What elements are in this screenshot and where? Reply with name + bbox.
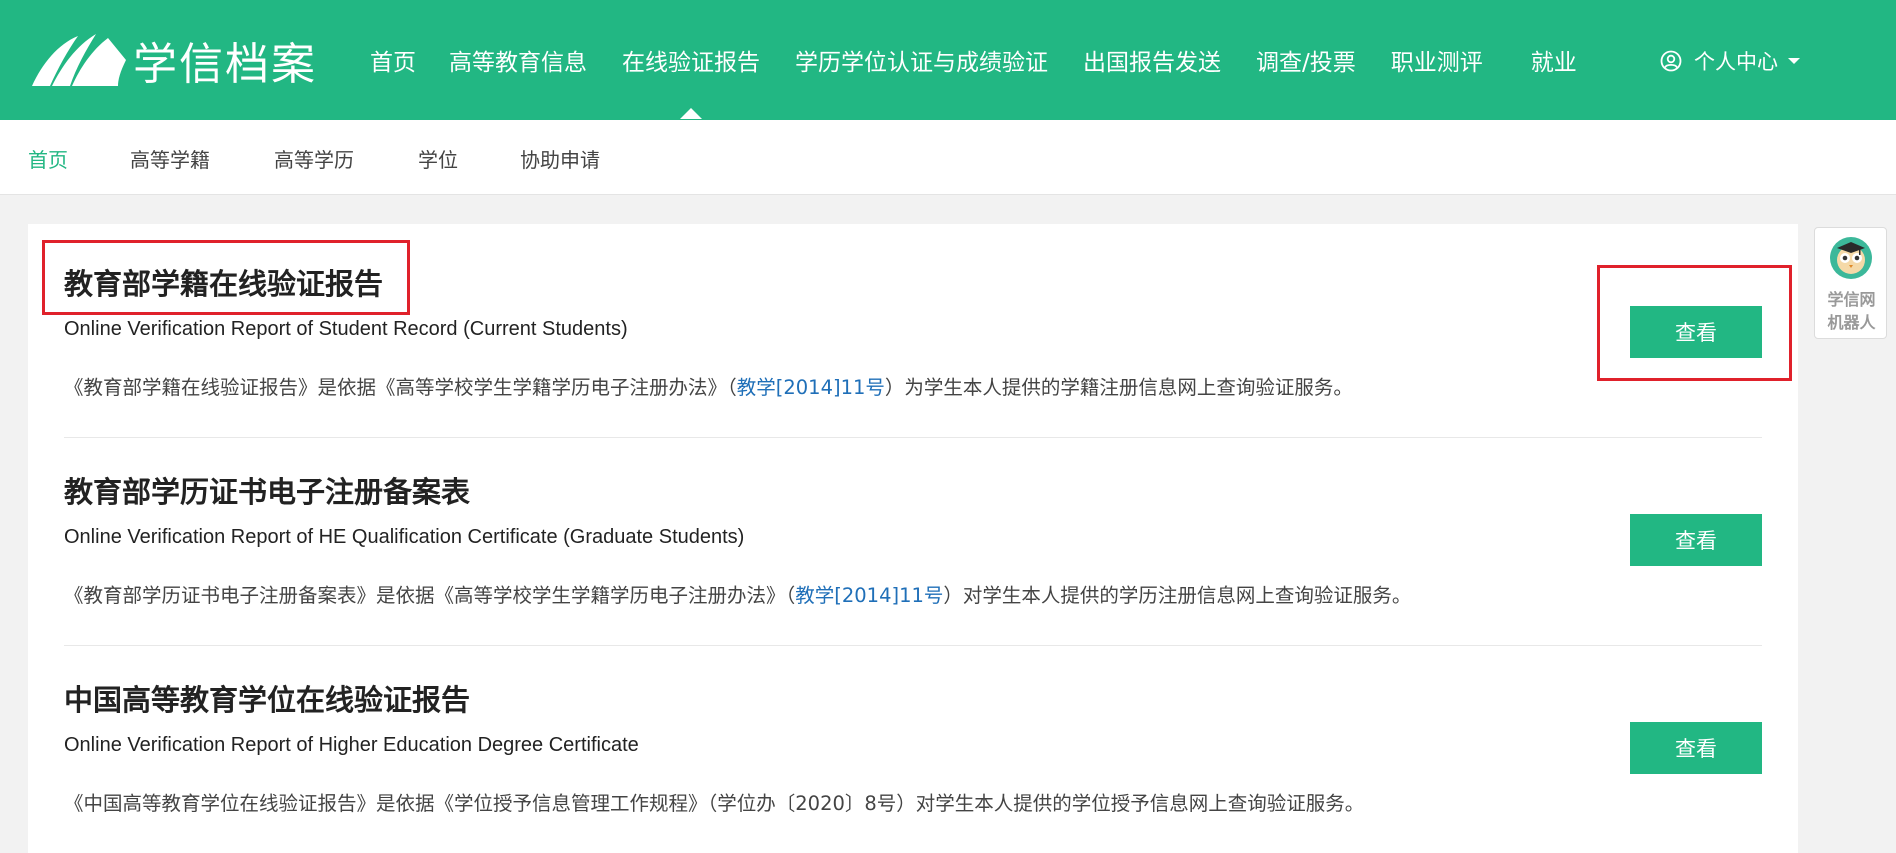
title-highlight-box	[42, 240, 410, 315]
regulation-link[interactable]: 教学[2014]11号	[737, 376, 885, 399]
main-nav: 首页 高等教育信息 在线验证报告 学历学位认证与成绩验证 出国报告发送 调查/投…	[370, 0, 1577, 120]
subnav-home[interactable]: 首页	[28, 144, 68, 173]
subnav-student-record[interactable]: 高等学籍	[130, 144, 210, 173]
nav-home[interactable]: 首页	[370, 43, 416, 77]
subnav-degree[interactable]: 学位	[418, 144, 458, 173]
nav-overseas-report[interactable]: 出国报告发送	[1083, 43, 1221, 77]
report-description-text: ）对学生本人提供的学历注册信息网上查询验证服务。	[943, 584, 1412, 607]
top-navbar: 学信档案 首页 高等教育信息 在线验证报告 学历学位认证与成绩验证 出国报告发送…	[0, 0, 1896, 120]
report-list-card: 教育部学籍在线验证报告 Online Verification Report o…	[28, 224, 1798, 853]
report-description: 《教育部学历证书电子注册备案表》是依据《高等学校学生学籍学历电子注册办法》（教学…	[64, 579, 1411, 608]
report-description-text: 《教育部学籍在线验证报告》是依据《高等学校学生学籍学历电子注册办法》（	[64, 376, 737, 399]
nav-degree-certification[interactable]: 学历学位认证与成绩验证	[795, 43, 1048, 77]
chsi-robot-widget[interactable]: 学信网 机器人	[1814, 227, 1887, 339]
report-item-qualification: 教育部学历证书电子注册备案表 Online Verification Repor…	[64, 432, 1762, 640]
view-degree-button[interactable]: 查看	[1630, 722, 1762, 774]
nav-employment[interactable]: 就业	[1531, 43, 1577, 77]
report-description-text: 《教育部学历证书电子注册备案表》是依据《高等学校学生学籍学历电子注册办法》（	[64, 584, 796, 607]
nav-higher-education-info[interactable]: 高等教育信息	[449, 43, 587, 77]
user-center-menu[interactable]: 个人中心	[1660, 46, 1800, 76]
chsi-logo-icon[interactable]	[28, 30, 128, 88]
user-circle-icon	[1660, 50, 1682, 72]
view-qualification-button[interactable]: 查看	[1630, 514, 1762, 566]
user-center-label: 个人中心	[1694, 50, 1778, 74]
regulation-link[interactable]: 教学[2014]11号	[795, 584, 943, 607]
robot-owl-icon	[1830, 237, 1872, 279]
nav-survey-vote[interactable]: 调查/投票	[1256, 43, 1356, 77]
report-subtitle: Online Verification Report of Student Re…	[64, 318, 628, 340]
report-subtitle: Online Verification Report of Higher Edu…	[64, 734, 639, 756]
sub-nav: 首页 高等学籍 高等学历 学位 协助申请	[0, 120, 1896, 195]
nav-online-verification-report[interactable]: 在线验证报告	[622, 43, 760, 119]
robot-label-line: 机器人	[1827, 313, 1876, 332]
button-highlight-box	[1597, 265, 1792, 381]
report-description: 《中国高等教育学位在线验证报告》是依据《学位授予信息管理工作规程》（学位办〔20…	[64, 787, 1364, 816]
report-description-text: ）为学生本人提供的学籍注册信息网上查询验证服务。	[884, 376, 1353, 399]
subnav-assist-apply[interactable]: 协助申请	[520, 144, 600, 173]
nav-career-assessment[interactable]: 职业测评	[1391, 43, 1483, 77]
report-item-degree: 中国高等教育学位在线验证报告 Online Verification Repor…	[64, 640, 1762, 848]
report-description-text: 《中国高等教育学位在线验证报告》是依据《学位授予信息管理工作规程》（学位办〔20…	[64, 792, 1365, 815]
report-title: 中国高等教育学位在线验证报告	[64, 683, 471, 717]
chevron-down-icon	[1788, 58, 1800, 64]
robot-label-line: 学信网	[1827, 290, 1876, 309]
report-title: 教育部学历证书电子注册备案表	[64, 475, 471, 509]
report-description: 《教育部学籍在线验证报告》是依据《高等学校学生学籍学历电子注册办法》（教学[20…	[64, 371, 1353, 400]
robot-label: 学信网 机器人	[1815, 288, 1888, 334]
subnav-qualification[interactable]: 高等学历	[274, 144, 354, 173]
site-logo-text[interactable]: 学信档案	[133, 36, 317, 94]
report-subtitle: Online Verification Report of HE Qualifi…	[64, 526, 745, 548]
